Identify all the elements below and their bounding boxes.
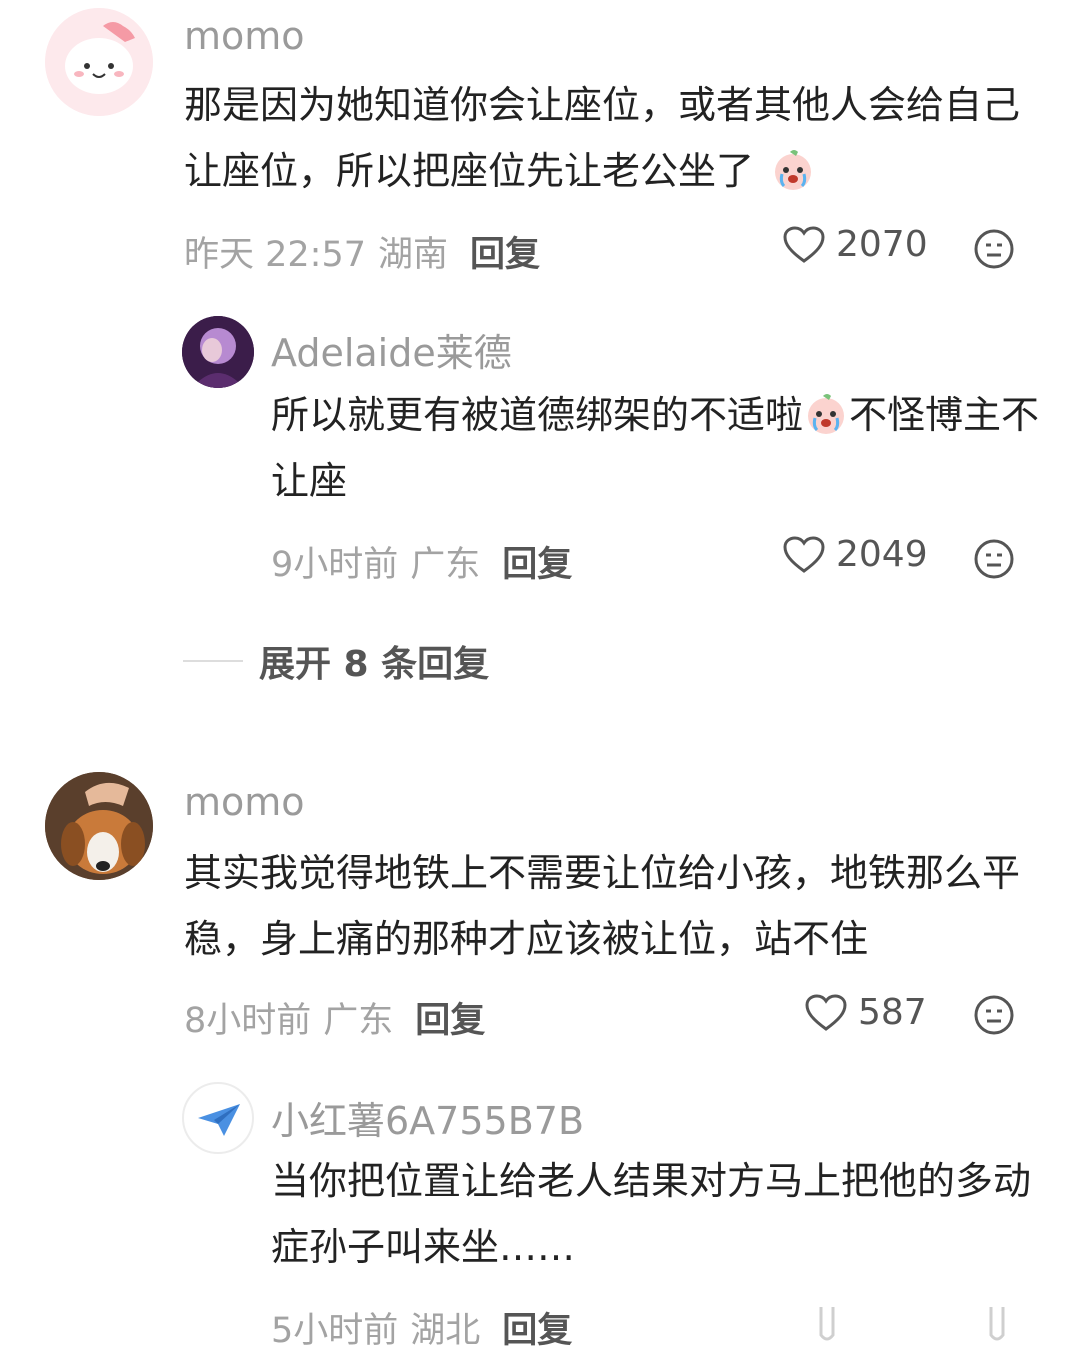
like-count: 2049 <box>836 534 928 575</box>
divider <box>183 660 243 662</box>
comment-text-content: 那是因为她知道你会让座位，或者其他人会给自己让座位，所以把座位先让老公坐了 <box>184 83 1021 193</box>
pink-character-icon <box>45 8 153 116</box>
avatar[interactable] <box>45 8 153 116</box>
dog-photo-icon <box>45 772 153 880</box>
heart-icon <box>805 993 847 1031</box>
comment-text: 所以就更有被道德绑架的不适啦 不怪博主不让座 <box>271 382 1041 514</box>
like-count: 587 <box>858 992 927 1033</box>
comment-time: 9小时前 <box>271 545 399 585</box>
like-button[interactable]: 2070 <box>782 224 928 265</box>
comment-location: 湖北 <box>410 1311 481 1351</box>
avatar[interactable] <box>182 316 254 388</box>
emoji-reaction-icon[interactable] <box>973 538 1015 580</box>
crying-emoji-icon <box>775 150 812 190</box>
comment-time: 8小时前 <box>184 1001 312 1041</box>
expand-replies-button[interactable]: 展开 8 条回复 <box>183 635 489 687</box>
emoji-reaction-icon[interactable] <box>973 228 1015 270</box>
comment-text: 当你把位置让给老人结果对方马上把他的多动症孙子叫来坐…… <box>271 1159 1032 1269</box>
comment-meta: 9小时前 广东 回复 <box>271 536 572 587</box>
reply-button[interactable]: 回复 <box>502 1311 572 1351</box>
comment-text: 其实我觉得地铁上不需要让位给小孩，地铁那么平稳，身上痛的那种才应该被让位，站不住 <box>184 851 1021 961</box>
comment-location: 广东 <box>410 545 481 585</box>
comment-meta: 昨天 22:57 湖南 回复 <box>184 226 540 277</box>
avatar[interactable] <box>45 772 153 880</box>
emoji-reaction-icon[interactable] <box>973 994 1015 1036</box>
partial-emoji-icon <box>989 1307 1005 1341</box>
comment-username[interactable]: momo <box>184 14 305 58</box>
like-count: 2070 <box>836 224 928 265</box>
comment-time: 5小时前 <box>271 1311 399 1351</box>
comment-meta: 8小时前 广东 回复 <box>184 992 485 1043</box>
partial-heart-icon <box>819 1307 835 1341</box>
avatar[interactable] <box>182 1082 254 1154</box>
reply-button[interactable]: 回复 <box>502 545 572 585</box>
comment-meta: 5小时前 湖北 回复 <box>271 1302 572 1353</box>
reply-button[interactable]: 回复 <box>415 1001 485 1041</box>
comment-username[interactable]: Adelaide莱德 <box>271 322 512 377</box>
comment-location: 湖南 <box>378 235 449 275</box>
comment-username[interactable]: momo <box>184 780 305 824</box>
reply-button[interactable]: 回复 <box>470 235 540 275</box>
comment-text-content: 所以就更有被道德绑架的不适啦 <box>271 393 804 437</box>
heart-icon <box>783 535 825 573</box>
like-button[interactable]: 587 <box>804 992 927 1033</box>
comment-location: 广东 <box>323 1001 394 1041</box>
comment-username[interactable]: 小红薯6A755B7B <box>271 1090 584 1145</box>
like-button[interactable]: 2049 <box>782 534 928 575</box>
comment-text: 那是因为她知道你会让座位，或者其他人会给自己让座位，所以把座位先让老公坐了 <box>184 72 1034 204</box>
paper-plane-icon <box>198 1104 240 1136</box>
portrait-icon <box>182 316 254 388</box>
heart-icon <box>783 225 825 263</box>
expand-replies-label: 展开 8 条回复 <box>259 644 490 685</box>
crying-emoji-icon <box>808 394 845 434</box>
comment-time: 昨天 22:57 <box>184 235 366 275</box>
